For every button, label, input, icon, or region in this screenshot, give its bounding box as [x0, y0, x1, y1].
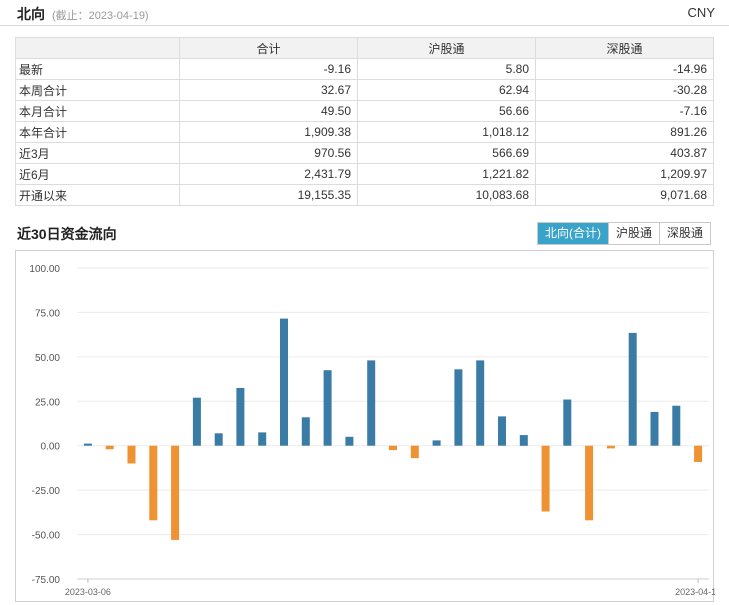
row-label: 开通以来	[15, 184, 180, 206]
row-value: 1,018.12	[357, 121, 536, 143]
table-row: 近3月 970.56 566.69 403.87	[15, 142, 714, 164]
row-value: 10,083.68	[357, 184, 536, 206]
bar-negative	[694, 445, 703, 462]
summary-table: 合计 沪股通 深股通 最新 -9.16 5.80 -14.96 本周合计 32.67 62.…	[15, 37, 714, 206]
bar-negative	[127, 445, 136, 464]
row-label: 本月合计	[15, 100, 180, 122]
bar-negative	[606, 445, 615, 449]
row-value: 49.50	[179, 100, 358, 122]
bar-positive	[563, 399, 572, 446]
column-header	[15, 37, 180, 59]
bar-negative	[171, 445, 180, 540]
row-value: 566.69	[357, 142, 536, 164]
row-label: 近6月	[15, 163, 180, 185]
bar-positive	[192, 397, 201, 446]
bar-positive	[476, 360, 485, 446]
bar-negative	[389, 445, 397, 451]
row-value: -30.28	[535, 79, 714, 101]
row-value: 1,221.82	[357, 163, 536, 185]
flow-chart-svg: 100.00 75.00 50.00 25.00 0.00 -25.00 -50.00 -75…	[29, 264, 715, 597]
row-value: -14.96	[535, 58, 714, 80]
bar-positive	[454, 369, 463, 446]
bar-negative	[585, 445, 594, 521]
x-end-date-label: 2023-04-19	[675, 587, 715, 597]
tab-shanghai-connect[interactable]: 沪股通	[608, 223, 660, 244]
y-tick-label: -75.00	[32, 575, 61, 586]
bar-positive	[672, 405, 681, 446]
row-value: 19,155.35	[179, 184, 358, 206]
y-tick-label: -50.00	[32, 531, 61, 542]
top-bar: 北向 (截止：2023-04-19) CNY	[0, 0, 729, 26]
page-title: 北向	[17, 6, 45, 22]
column-header-sh: 沪股通	[357, 37, 536, 59]
table-row: 本年合计 1,909.38 1,018.12 891.26	[15, 121, 714, 143]
flow-chart: 100.00 75.00 50.00 25.00 0.00 -25.00 -50.00 -75…	[15, 250, 715, 602]
currency-label: CNY	[687, 5, 715, 20]
row-value: 32.67	[179, 79, 358, 101]
bar-positive	[258, 432, 267, 446]
row-value: -7.16	[535, 100, 714, 122]
bar-positive	[432, 440, 441, 446]
row-value: 403.87	[535, 142, 714, 164]
chart-tabs: 北向(合计) 沪股通 深股通	[537, 222, 712, 245]
bar-positive	[280, 318, 288, 446]
as-of-date: (截止：2023-04-19)	[52, 10, 149, 22]
row-label: 近3月	[15, 142, 180, 164]
column-header-sz: 深股通	[535, 37, 714, 59]
row-label: 本年合计	[15, 121, 180, 143]
y-tick-label: 75.00	[35, 308, 60, 319]
y-tick-label: -25.00	[32, 486, 61, 497]
table-row: 最新 -9.16 5.80 -14.96	[15, 58, 714, 80]
bar-negative	[105, 445, 114, 450]
bar-negative	[149, 445, 158, 521]
table-row: 本月合计 49.50 56.66 -7.16	[15, 100, 714, 122]
row-value: 891.26	[535, 121, 714, 143]
table-row: 本周合计 32.67 62.94 -30.28	[15, 79, 714, 101]
table-header-row: 合计 沪股通 深股通	[15, 37, 714, 59]
bar-positive	[301, 417, 310, 446]
y-tick-label: 50.00	[35, 353, 60, 364]
row-value: 2,431.79	[179, 163, 358, 185]
bar-positive	[236, 388, 245, 446]
row-value: 56.66	[357, 100, 536, 122]
bar-positive	[519, 435, 528, 446]
y-tick-label: 100.00	[29, 264, 60, 275]
row-value: 5.80	[357, 58, 536, 80]
tab-shenzhen-connect[interactable]: 深股通	[659, 223, 711, 244]
bar-negative	[410, 445, 419, 459]
y-tick-label: 0.00	[41, 442, 61, 453]
bar-positive	[345, 436, 354, 446]
row-value: 62.94	[357, 79, 536, 101]
bar-positive	[367, 360, 376, 446]
row-label: 最新	[15, 58, 180, 80]
row-value: 9,071.68	[535, 184, 714, 206]
row-value: 970.56	[179, 142, 358, 164]
bar-positive	[498, 416, 506, 446]
row-value: -9.16	[179, 58, 358, 80]
bar-positive	[323, 370, 332, 446]
bar-positive	[214, 433, 223, 446]
bar-negative	[541, 445, 550, 512]
column-header-total: 合计	[179, 37, 358, 59]
row-label: 本周合计	[15, 79, 180, 101]
bar-positive	[650, 411, 659, 446]
bar-positive	[628, 332, 637, 446]
bar-positive	[83, 443, 92, 446]
table-row: 近6月 2,431.79 1,221.82 1,209.97	[15, 163, 714, 185]
row-value: 1,209.97	[535, 163, 714, 185]
row-value: 1,909.38	[179, 121, 358, 143]
table-row: 开通以来 19,155.35 10,083.68 9,071.68	[15, 184, 714, 206]
x-start-date-label: 2023-03-06	[65, 587, 111, 597]
tab-northbound-total[interactable]: 北向(合计)	[538, 223, 608, 244]
section-title: 近30日资金流向	[17, 226, 117, 242]
y-tick-label: 25.00	[35, 397, 60, 408]
